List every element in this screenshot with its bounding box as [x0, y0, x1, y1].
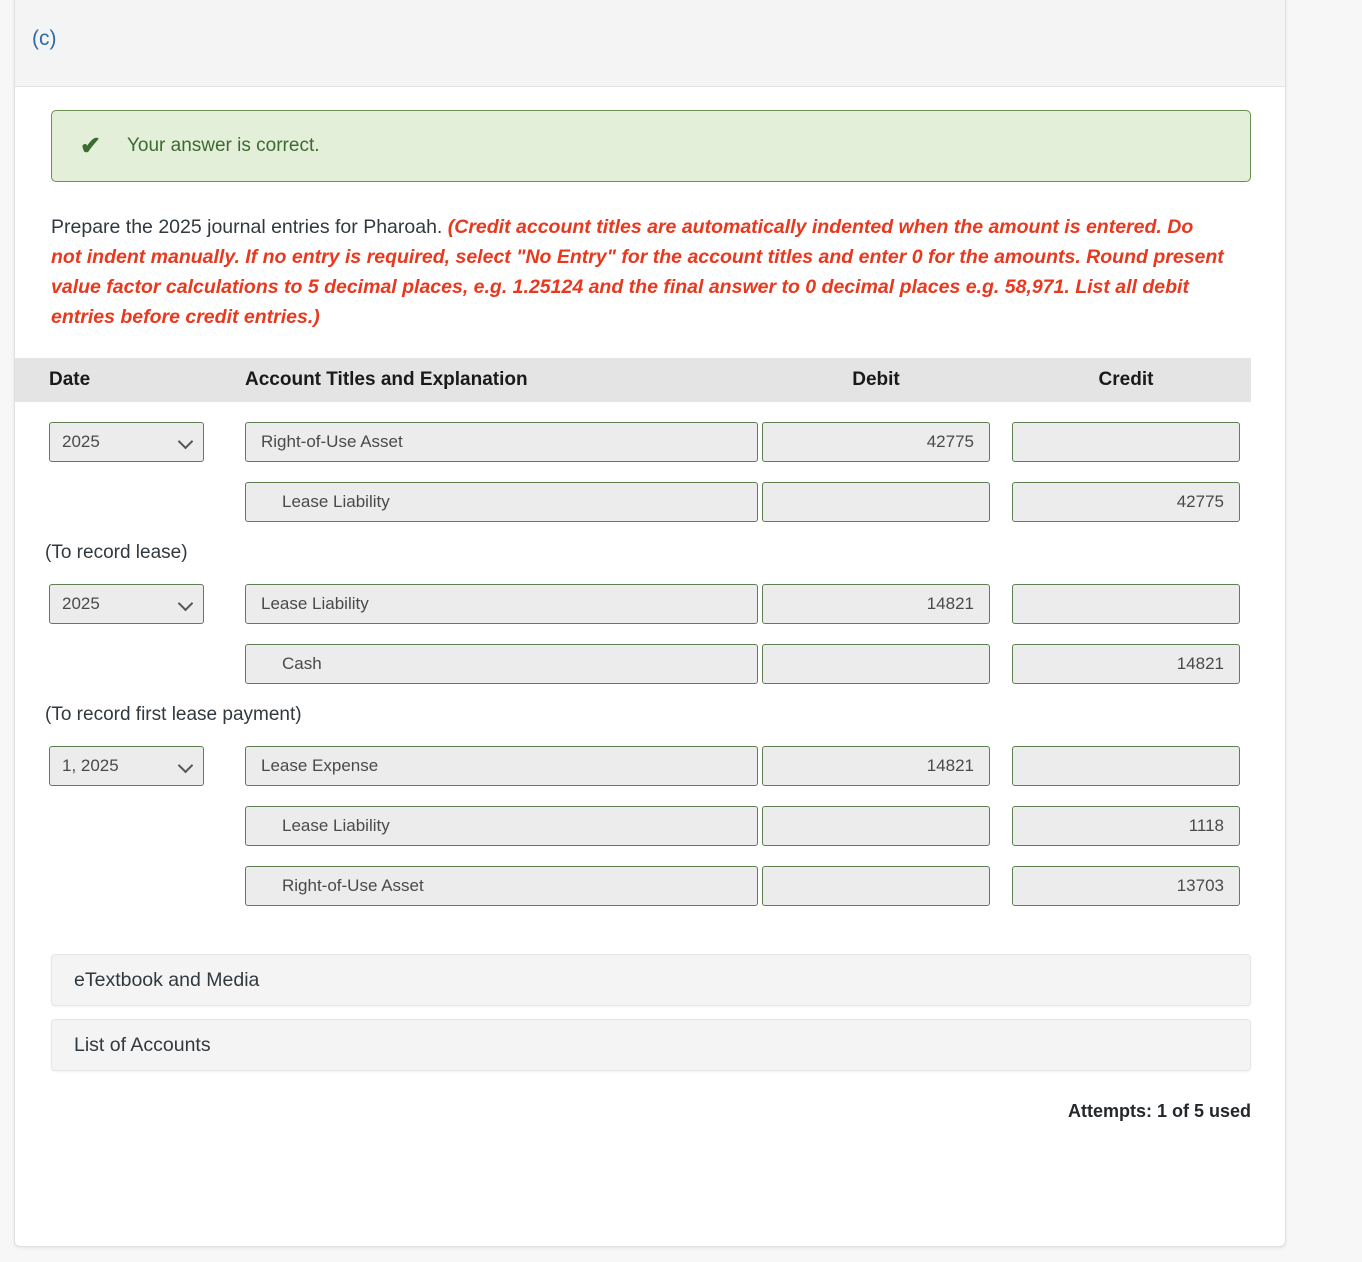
credit-cell: 42775	[1001, 482, 1251, 522]
card-header: (c)	[15, 0, 1285, 87]
debit-amount-input[interactable]: 14821	[762, 584, 990, 624]
credit-amount-input[interactable]	[1012, 746, 1240, 786]
chevron-down-icon	[179, 597, 193, 611]
credit-cell: 1118	[1001, 806, 1251, 846]
column-header-account: Account Titles and Explanation	[245, 369, 528, 390]
account-title-input[interactable]: Cash	[245, 644, 758, 684]
account-cell: Right-of-Use Asset	[201, 422, 758, 462]
date-cell: 2025	[15, 584, 204, 624]
page-root: (c) ✔ Your answer is correct. Prepare th…	[0, 0, 1362, 1262]
column-header-date: Date	[49, 369, 91, 390]
date-select-value: 2025	[62, 594, 100, 613]
card-body: ✔ Your answer is correct. Prepare the 20…	[15, 110, 1285, 1122]
chevron-down-icon	[179, 435, 193, 449]
debit-cell	[751, 806, 1001, 846]
credit-amount-input[interactable]	[1012, 584, 1240, 624]
date-select-value: 1, 2025	[62, 756, 119, 775]
table-row: Lease Liability 1118	[15, 806, 1251, 846]
etextbook-and-media-button[interactable]: eTextbook and Media	[51, 954, 1251, 1006]
credit-amount-input[interactable]: 1118	[1012, 806, 1240, 846]
account-title-input[interactable]: Lease Expense	[245, 746, 758, 786]
debit-cell	[751, 644, 1001, 684]
date-select[interactable]: 2025	[49, 422, 204, 462]
date-select-value: 2025	[62, 432, 100, 451]
debit-cell	[751, 866, 1001, 906]
attempts-status: Attempts: 1 of 5 used	[1067, 1101, 1251, 1121]
table-row: 1, 2025 Lease Expense 14821	[15, 746, 1251, 786]
credit-cell	[1001, 584, 1251, 624]
debit-cell: 42775	[751, 422, 1001, 462]
debit-amount-input[interactable]	[762, 482, 990, 522]
credit-cell: 13703	[1001, 866, 1251, 906]
part-label: (c)	[32, 27, 57, 50]
credit-cell	[1001, 422, 1251, 462]
instructions: Prepare the 2025 journal entries for Pha…	[51, 212, 1226, 332]
table-row: Cash 14821	[15, 644, 1251, 684]
column-header-credit: Credit	[1098, 369, 1154, 390]
account-title-input[interactable]: Lease Liability	[245, 482, 758, 522]
account-cell: Lease Expense	[201, 746, 758, 786]
instructions-plain: Prepare the 2025 journal entries for Pha…	[51, 216, 448, 238]
debit-amount-input[interactable]	[762, 806, 990, 846]
account-cell: Lease Liability	[201, 584, 758, 624]
table-row: Lease Liability 42775	[15, 482, 1251, 522]
check-icon: ✔	[80, 131, 101, 160]
date-select[interactable]: 1, 2025	[49, 746, 204, 786]
credit-cell	[1001, 746, 1251, 786]
table-row: Right-of-Use Asset 13703	[15, 866, 1251, 906]
account-title-input[interactable]: Lease Liability	[245, 806, 758, 846]
account-title-input[interactable]: Right-of-Use Asset	[245, 422, 758, 462]
account-title-input[interactable]: Right-of-Use Asset	[245, 866, 758, 906]
debit-amount-input[interactable]	[762, 866, 990, 906]
credit-cell: 14821	[1001, 644, 1251, 684]
entry-explanation: (To record lease)	[45, 542, 188, 563]
journal-entry-table: Date Account Titles and Explanation Debi…	[15, 358, 1251, 906]
account-cell: Cash	[201, 644, 758, 684]
debit-amount-input[interactable]: 14821	[762, 746, 990, 786]
success-banner-text: Your answer is correct.	[126, 135, 320, 156]
table-row: 2025 Right-of-Use Asset 42775	[15, 422, 1251, 462]
credit-amount-input[interactable]: 14821	[1012, 644, 1240, 684]
credit-amount-input[interactable]: 42775	[1012, 482, 1240, 522]
entry-explanation: (To record first lease payment)	[45, 704, 302, 725]
debit-cell	[751, 482, 1001, 522]
account-cell: Right-of-Use Asset	[201, 866, 758, 906]
date-cell: 1, 2025	[15, 746, 204, 786]
account-cell: Lease Liability	[201, 806, 758, 846]
success-banner: ✔ Your answer is correct.	[51, 110, 1251, 182]
question-card: (c) ✔ Your answer is correct. Prepare th…	[14, 0, 1286, 1247]
list-of-accounts-button[interactable]: List of Accounts	[51, 1019, 1251, 1071]
table-row: 2025 Lease Liability 14821	[15, 584, 1251, 624]
account-title-input[interactable]: Lease Liability	[245, 584, 758, 624]
table-header-row: Date Account Titles and Explanation Debi…	[15, 358, 1251, 402]
debit-amount-input[interactable]: 42775	[762, 422, 990, 462]
debit-amount-input[interactable]	[762, 644, 990, 684]
credit-amount-input[interactable]	[1012, 422, 1240, 462]
date-select[interactable]: 2025	[49, 584, 204, 624]
column-header-debit: Debit	[852, 369, 900, 390]
date-cell: 2025	[15, 422, 204, 462]
debit-cell: 14821	[751, 584, 1001, 624]
debit-cell: 14821	[751, 746, 1001, 786]
credit-amount-input[interactable]: 13703	[1012, 866, 1240, 906]
chevron-down-icon	[179, 759, 193, 773]
account-cell: Lease Liability	[201, 482, 758, 522]
